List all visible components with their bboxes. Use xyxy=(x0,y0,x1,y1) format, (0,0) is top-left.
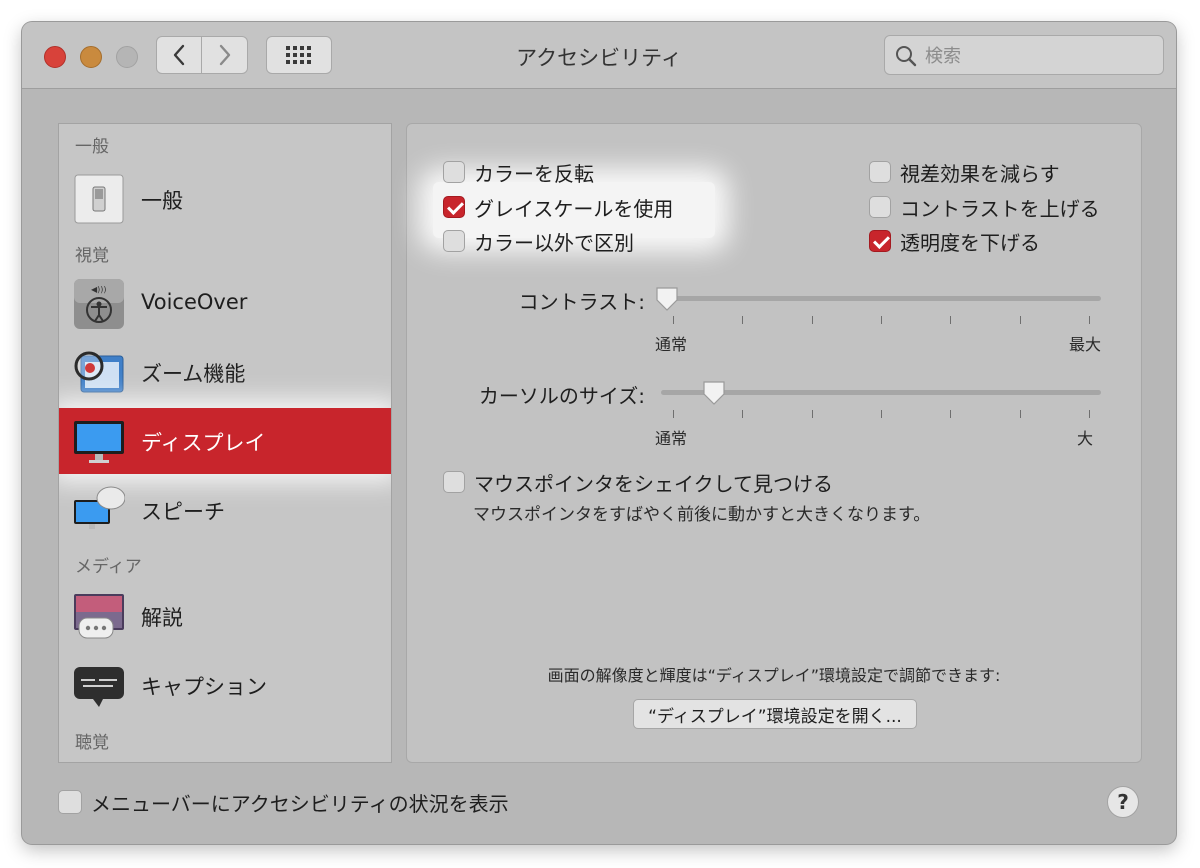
search-field[interactable] xyxy=(884,35,1164,75)
general-switch-icon xyxy=(74,174,124,224)
descriptions-icon xyxy=(74,594,124,639)
sidebar-section-media: メディア xyxy=(75,557,142,577)
checkbox-box[interactable] xyxy=(869,161,891,183)
checkbox-label: グレイスケールを使用 xyxy=(474,196,674,221)
checkbox-label: 視差効果を減らす xyxy=(900,161,1060,186)
slider-tick xyxy=(881,410,882,418)
sidebar-item-zoom[interactable]: ズーム機能 xyxy=(59,339,391,405)
svg-text:◀))): ◀))) xyxy=(91,285,107,294)
sidebar-item-general[interactable]: 一般 xyxy=(59,166,391,232)
contrast-slider-thumb[interactable] xyxy=(655,286,679,312)
category-sidebar[interactable]: 一般 一般 視覚 ◀))) VoiceOver ズーム機能 ディスプレイ スピー… xyxy=(58,123,392,763)
slider-tick xyxy=(742,410,744,418)
checkbox-box[interactable] xyxy=(869,196,891,218)
checkbox-label: 透明度を下げる xyxy=(900,230,1040,255)
sidebar-item-label: ディスプレイ xyxy=(141,431,266,455)
sidebar-section-hearing: 聴覚 xyxy=(75,733,109,753)
slider-tick xyxy=(1019,316,1021,324)
contrast-min-label: 通常 xyxy=(655,335,688,354)
slider-tick xyxy=(742,316,744,324)
slider-tick xyxy=(881,316,882,324)
slider-tick xyxy=(811,410,813,418)
cursor-size-slider-label: カーソルのサイズ: xyxy=(478,384,645,408)
differentiate-without-color-checkbox[interactable]: カラー以外で区別 xyxy=(443,227,634,255)
checkbox-box[interactable] xyxy=(443,230,465,252)
sidebar-section-vision: 視覚 xyxy=(75,246,109,266)
checkbox-label: マウスポインタをシェイクして見つける xyxy=(474,471,833,496)
increase-contrast-checkbox[interactable]: コントラストを上げる xyxy=(869,193,1100,221)
checkbox-box[interactable] xyxy=(443,196,465,218)
search-icon xyxy=(896,46,917,67)
checkbox-label: コントラストを上げる xyxy=(900,196,1100,221)
slider-tick xyxy=(673,410,674,418)
sidebar-item-label: スピーチ xyxy=(141,500,225,524)
checkbox-box[interactable] xyxy=(443,161,465,183)
sidebar-item-label: VoiceOver xyxy=(141,290,248,314)
menubar-status-checkbox[interactable]: メニューバーにアクセシビリティの状況を表示 xyxy=(58,787,509,817)
zoom-magnifier-icon xyxy=(74,351,124,393)
sidebar-item-display[interactable]: ディスプレイ xyxy=(59,408,391,474)
checkbox-label: カラーを反転 xyxy=(474,161,594,186)
cursor-size-slider-thumb[interactable] xyxy=(702,380,726,406)
display-prefs-note: 画面の解像度と輝度は“ディスプレイ”環境設定で調節できます: xyxy=(547,666,1001,685)
checkbox-label: カラー以外で区別 xyxy=(474,230,634,255)
contrast-slider-label: コントラスト: xyxy=(518,290,645,314)
help-button[interactable]: ? xyxy=(1107,786,1139,818)
sidebar-item-label: 解説 xyxy=(141,606,183,630)
search-input[interactable] xyxy=(923,41,1157,71)
reduce-motion-checkbox[interactable]: 視差効果を減らす xyxy=(869,158,1060,186)
contrast-slider-track[interactable] xyxy=(661,296,1101,301)
cursor-size-max-label: 大 xyxy=(1077,429,1094,448)
slider-tick xyxy=(1089,316,1090,324)
slider-tick xyxy=(1089,410,1090,418)
shake-description: マウスポインタをすばやく前後に動かすと大きくなります。 xyxy=(473,505,931,525)
checkbox-box[interactable] xyxy=(58,790,82,814)
shake-to-locate-checkbox[interactable]: マウスポインタをシェイクして見つける xyxy=(443,468,833,496)
sidebar-item-descriptions[interactable]: 解説 xyxy=(59,583,391,649)
slider-tick xyxy=(950,410,952,418)
open-display-prefs-button[interactable]: “ディスプレイ”環境設定を開く... xyxy=(633,699,917,729)
voiceover-icon: ◀))) xyxy=(74,279,124,329)
slider-tick xyxy=(950,316,952,324)
slider-tick xyxy=(811,316,813,324)
sidebar-item-label: キャプション xyxy=(141,675,267,699)
preferences-window: アクセシビリティ 一般 一般 視覚 xyxy=(22,22,1176,844)
slider-tick xyxy=(1019,410,1021,418)
invert-colors-checkbox[interactable]: カラーを反転 xyxy=(443,158,594,186)
captions-icon xyxy=(74,667,124,707)
sidebar-item-captions[interactable]: キャプション xyxy=(59,652,391,718)
sidebar-section-general: 一般 xyxy=(75,137,109,157)
checkbox-box[interactable] xyxy=(443,471,465,493)
sidebar-item-label: ズーム機能 xyxy=(141,362,246,386)
slider-tick xyxy=(673,316,674,324)
checkbox-label: メニューバーにアクセシビリティの状況を表示 xyxy=(91,791,509,816)
reduce-transparency-checkbox[interactable]: 透明度を下げる xyxy=(869,227,1040,255)
contrast-max-label: 最大 xyxy=(1069,335,1102,354)
sidebar-item-speech[interactable]: スピーチ xyxy=(59,477,391,543)
cursor-size-slider-track[interactable] xyxy=(661,390,1101,395)
title-bar: アクセシビリティ xyxy=(22,22,1176,89)
speech-icon xyxy=(74,486,125,529)
sidebar-item-voiceover[interactable]: ◀))) VoiceOver xyxy=(59,271,391,337)
checkbox-box[interactable] xyxy=(869,230,891,252)
cursor-size-min-label: 通常 xyxy=(655,429,688,448)
grayscale-checkbox[interactable]: グレイスケールを使用 xyxy=(443,193,673,221)
display-monitor-icon xyxy=(74,421,124,463)
display-settings-panel: カラーを反転 グレイスケールを使用 カラー以外で区別 視差効果を減らす コントラ… xyxy=(406,123,1142,763)
sidebar-item-label: 一般 xyxy=(141,189,183,213)
